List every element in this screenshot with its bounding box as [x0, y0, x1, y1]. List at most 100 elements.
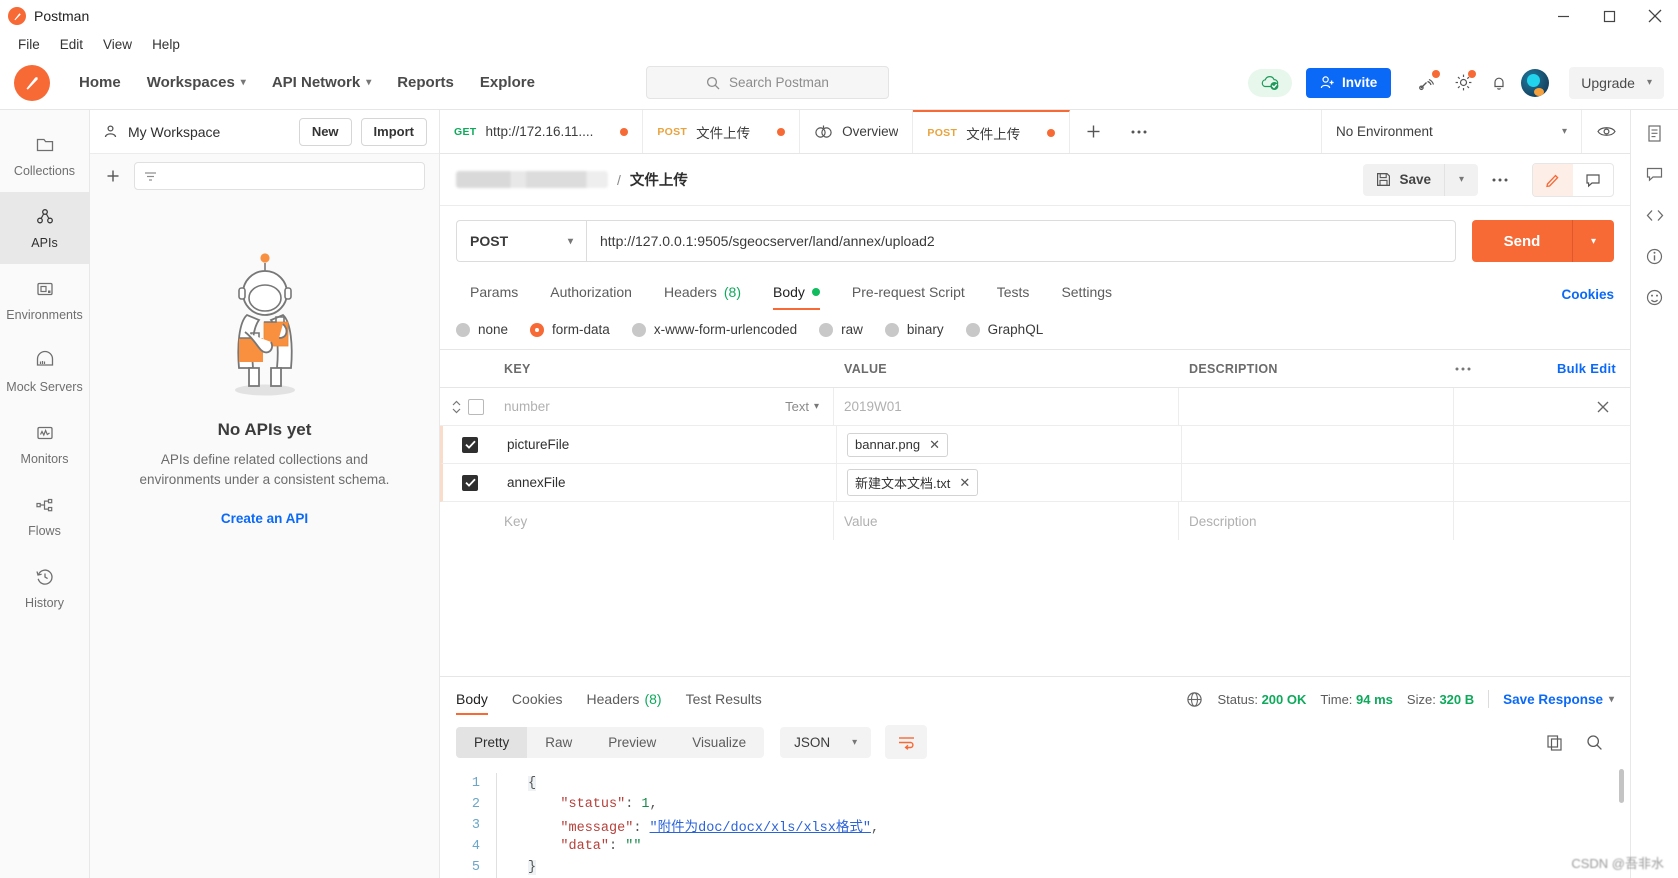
nav-reports[interactable]: Reports	[384, 68, 467, 97]
row-key-cell[interactable]: pictureFile	[497, 426, 837, 463]
url-input[interactable]: http://127.0.0.1:9505/sgeocserver/land/a…	[586, 220, 1456, 262]
view-pretty[interactable]: Pretty	[456, 726, 528, 758]
new-button[interactable]: New	[298, 117, 352, 146]
add-icon[interactable]	[104, 167, 122, 185]
gear-icon[interactable]	[1445, 65, 1481, 101]
close-icon[interactable]	[1596, 400, 1610, 414]
row-value-cell[interactable]: 新建文本文档.txt ✕	[837, 464, 1182, 501]
search-response-button[interactable]	[1574, 734, 1614, 751]
menu-view[interactable]: View	[93, 35, 142, 54]
send-button[interactable]: Send	[1472, 220, 1572, 262]
body-mode-none[interactable]: none	[456, 322, 508, 337]
nav-home[interactable]: Home	[66, 68, 134, 97]
row-key-cell[interactable]: number Text ▾	[494, 388, 834, 425]
send-options-button[interactable]: ▾	[1572, 220, 1614, 262]
avatar[interactable]	[1517, 65, 1553, 101]
import-button[interactable]: Import	[360, 117, 427, 146]
row-key-cell[interactable]: annexFile	[497, 464, 837, 501]
nav-explore[interactable]: Explore	[467, 68, 548, 97]
copy-button[interactable]	[1534, 734, 1574, 751]
row-value-cell[interactable]: 2019W01	[834, 388, 1179, 425]
remove-file-icon[interactable]: ✕	[959, 475, 970, 491]
request-more-button[interactable]	[1478, 177, 1522, 183]
environment-quick-look-button[interactable]	[1582, 110, 1630, 153]
tab-tests[interactable]: Tests	[983, 276, 1044, 312]
maximize-button[interactable]	[1586, 0, 1632, 32]
menu-edit[interactable]: Edit	[50, 35, 93, 54]
row-key-cell[interactable]: Key	[494, 502, 834, 540]
row-type-select[interactable]: Text ▾	[785, 399, 819, 414]
body-mode-binary[interactable]: binary	[884, 322, 944, 337]
environment-selector[interactable]: No Environment ▾	[1322, 110, 1582, 153]
more-horizontal-icon[interactable]	[1454, 366, 1472, 372]
save-response-button[interactable]: Save Response ▾	[1503, 692, 1614, 707]
tab-body[interactable]: Body	[759, 276, 834, 312]
http-method-select[interactable]: POST ▾	[456, 220, 586, 262]
sidebar-item-mock-servers[interactable]: Mock Servers	[0, 336, 89, 408]
feedback-icon[interactable]	[1645, 288, 1664, 307]
bell-icon[interactable]	[1481, 65, 1517, 101]
tab-authorization[interactable]: Authorization	[536, 276, 646, 312]
cloud-sync-icon[interactable]	[1248, 68, 1292, 97]
menu-file[interactable]: File	[8, 35, 50, 54]
comments-icon[interactable]	[1645, 165, 1664, 184]
file-chip[interactable]: bannar.png ✕	[847, 432, 948, 457]
wrap-lines-button[interactable]	[885, 725, 928, 759]
sidebar-item-collections[interactable]: Collections	[0, 120, 89, 192]
response-tab-headers[interactable]: Headers (8)	[575, 677, 674, 721]
satellite-icon[interactable]	[1409, 65, 1445, 101]
view-raw[interactable]: Raw	[527, 727, 590, 758]
view-preview[interactable]: Preview	[590, 727, 674, 758]
response-scrollbar[interactable]	[1619, 769, 1624, 803]
body-mode-raw[interactable]: raw	[819, 322, 863, 337]
info-icon[interactable]	[1645, 247, 1664, 266]
sidebar-item-flows[interactable]: Flows	[0, 480, 89, 552]
invite-button[interactable]: Invite	[1306, 67, 1392, 98]
create-api-link[interactable]: Create an API	[221, 511, 308, 526]
request-tab-2[interactable]: POST 文件上传	[643, 110, 801, 153]
minimize-button[interactable]	[1540, 0, 1586, 32]
edit-mode-button[interactable]	[1533, 163, 1573, 196]
response-body-code[interactable]: 1 { 2 "status": 1, 3 "message": "附件为doc/…	[440, 765, 1630, 878]
bulk-edit-link[interactable]: Bulk Edit	[1557, 361, 1616, 376]
row-value-cell[interactable]: Value	[834, 502, 1179, 540]
remove-file-icon[interactable]: ✕	[929, 437, 940, 453]
cookies-link[interactable]: Cookies	[1561, 287, 1614, 302]
new-tab-button[interactable]	[1070, 110, 1116, 153]
sidebar-item-monitors[interactable]: Monitors	[0, 408, 89, 480]
search-input[interactable]: Search Postman	[645, 66, 889, 99]
row-description-cell[interactable]	[1182, 464, 1454, 501]
documentation-icon[interactable]	[1645, 124, 1664, 143]
response-tab-cookies[interactable]: Cookies	[500, 677, 575, 721]
response-language-select[interactable]: JSON ▾	[780, 726, 872, 758]
row-value-cell[interactable]: bannar.png ✕	[837, 426, 1182, 463]
body-mode-urlencoded[interactable]: x-www-form-urlencoded	[631, 322, 797, 337]
nav-workspaces[interactable]: Workspaces ▾	[134, 68, 259, 97]
body-mode-form-data[interactable]: form-data	[530, 322, 610, 337]
request-tab-active[interactable]: POST 文件上传	[913, 110, 1071, 153]
sidebar-item-apis[interactable]: APIs	[0, 192, 89, 264]
response-tab-body[interactable]: Body	[456, 677, 500, 721]
upgrade-button[interactable]: Upgrade ▾	[1569, 66, 1664, 99]
request-tab-overview[interactable]: Overview	[800, 110, 914, 153]
nav-api-network[interactable]: API Network ▾	[259, 68, 384, 97]
row-checkbox[interactable]	[462, 436, 478, 453]
filter-input[interactable]	[134, 162, 425, 190]
body-mode-graphql[interactable]: GraphQL	[965, 322, 1043, 337]
tab-headers[interactable]: Headers (8)	[650, 276, 755, 312]
drag-handle-icon[interactable]	[451, 400, 462, 414]
row-description-cell[interactable]	[1179, 388, 1454, 425]
tab-params[interactable]: Params	[456, 276, 532, 312]
tab-settings[interactable]: Settings	[1047, 276, 1126, 312]
row-description-cell[interactable]	[1182, 426, 1454, 463]
close-button[interactable]	[1632, 0, 1678, 32]
row-checkbox[interactable]	[467, 398, 484, 415]
menu-help[interactable]: Help	[142, 35, 190, 54]
row-description-cell[interactable]: Description	[1179, 502, 1454, 540]
response-tab-test-results[interactable]: Test Results	[674, 677, 774, 721]
code-icon[interactable]	[1645, 206, 1665, 225]
save-options-button[interactable]: ▾	[1444, 163, 1478, 196]
tab-pre-request-script[interactable]: Pre-request Script	[838, 276, 979, 312]
request-tab-1[interactable]: GET http://172.16.11....	[440, 110, 644, 153]
file-chip[interactable]: 新建文本文档.txt ✕	[847, 469, 979, 496]
